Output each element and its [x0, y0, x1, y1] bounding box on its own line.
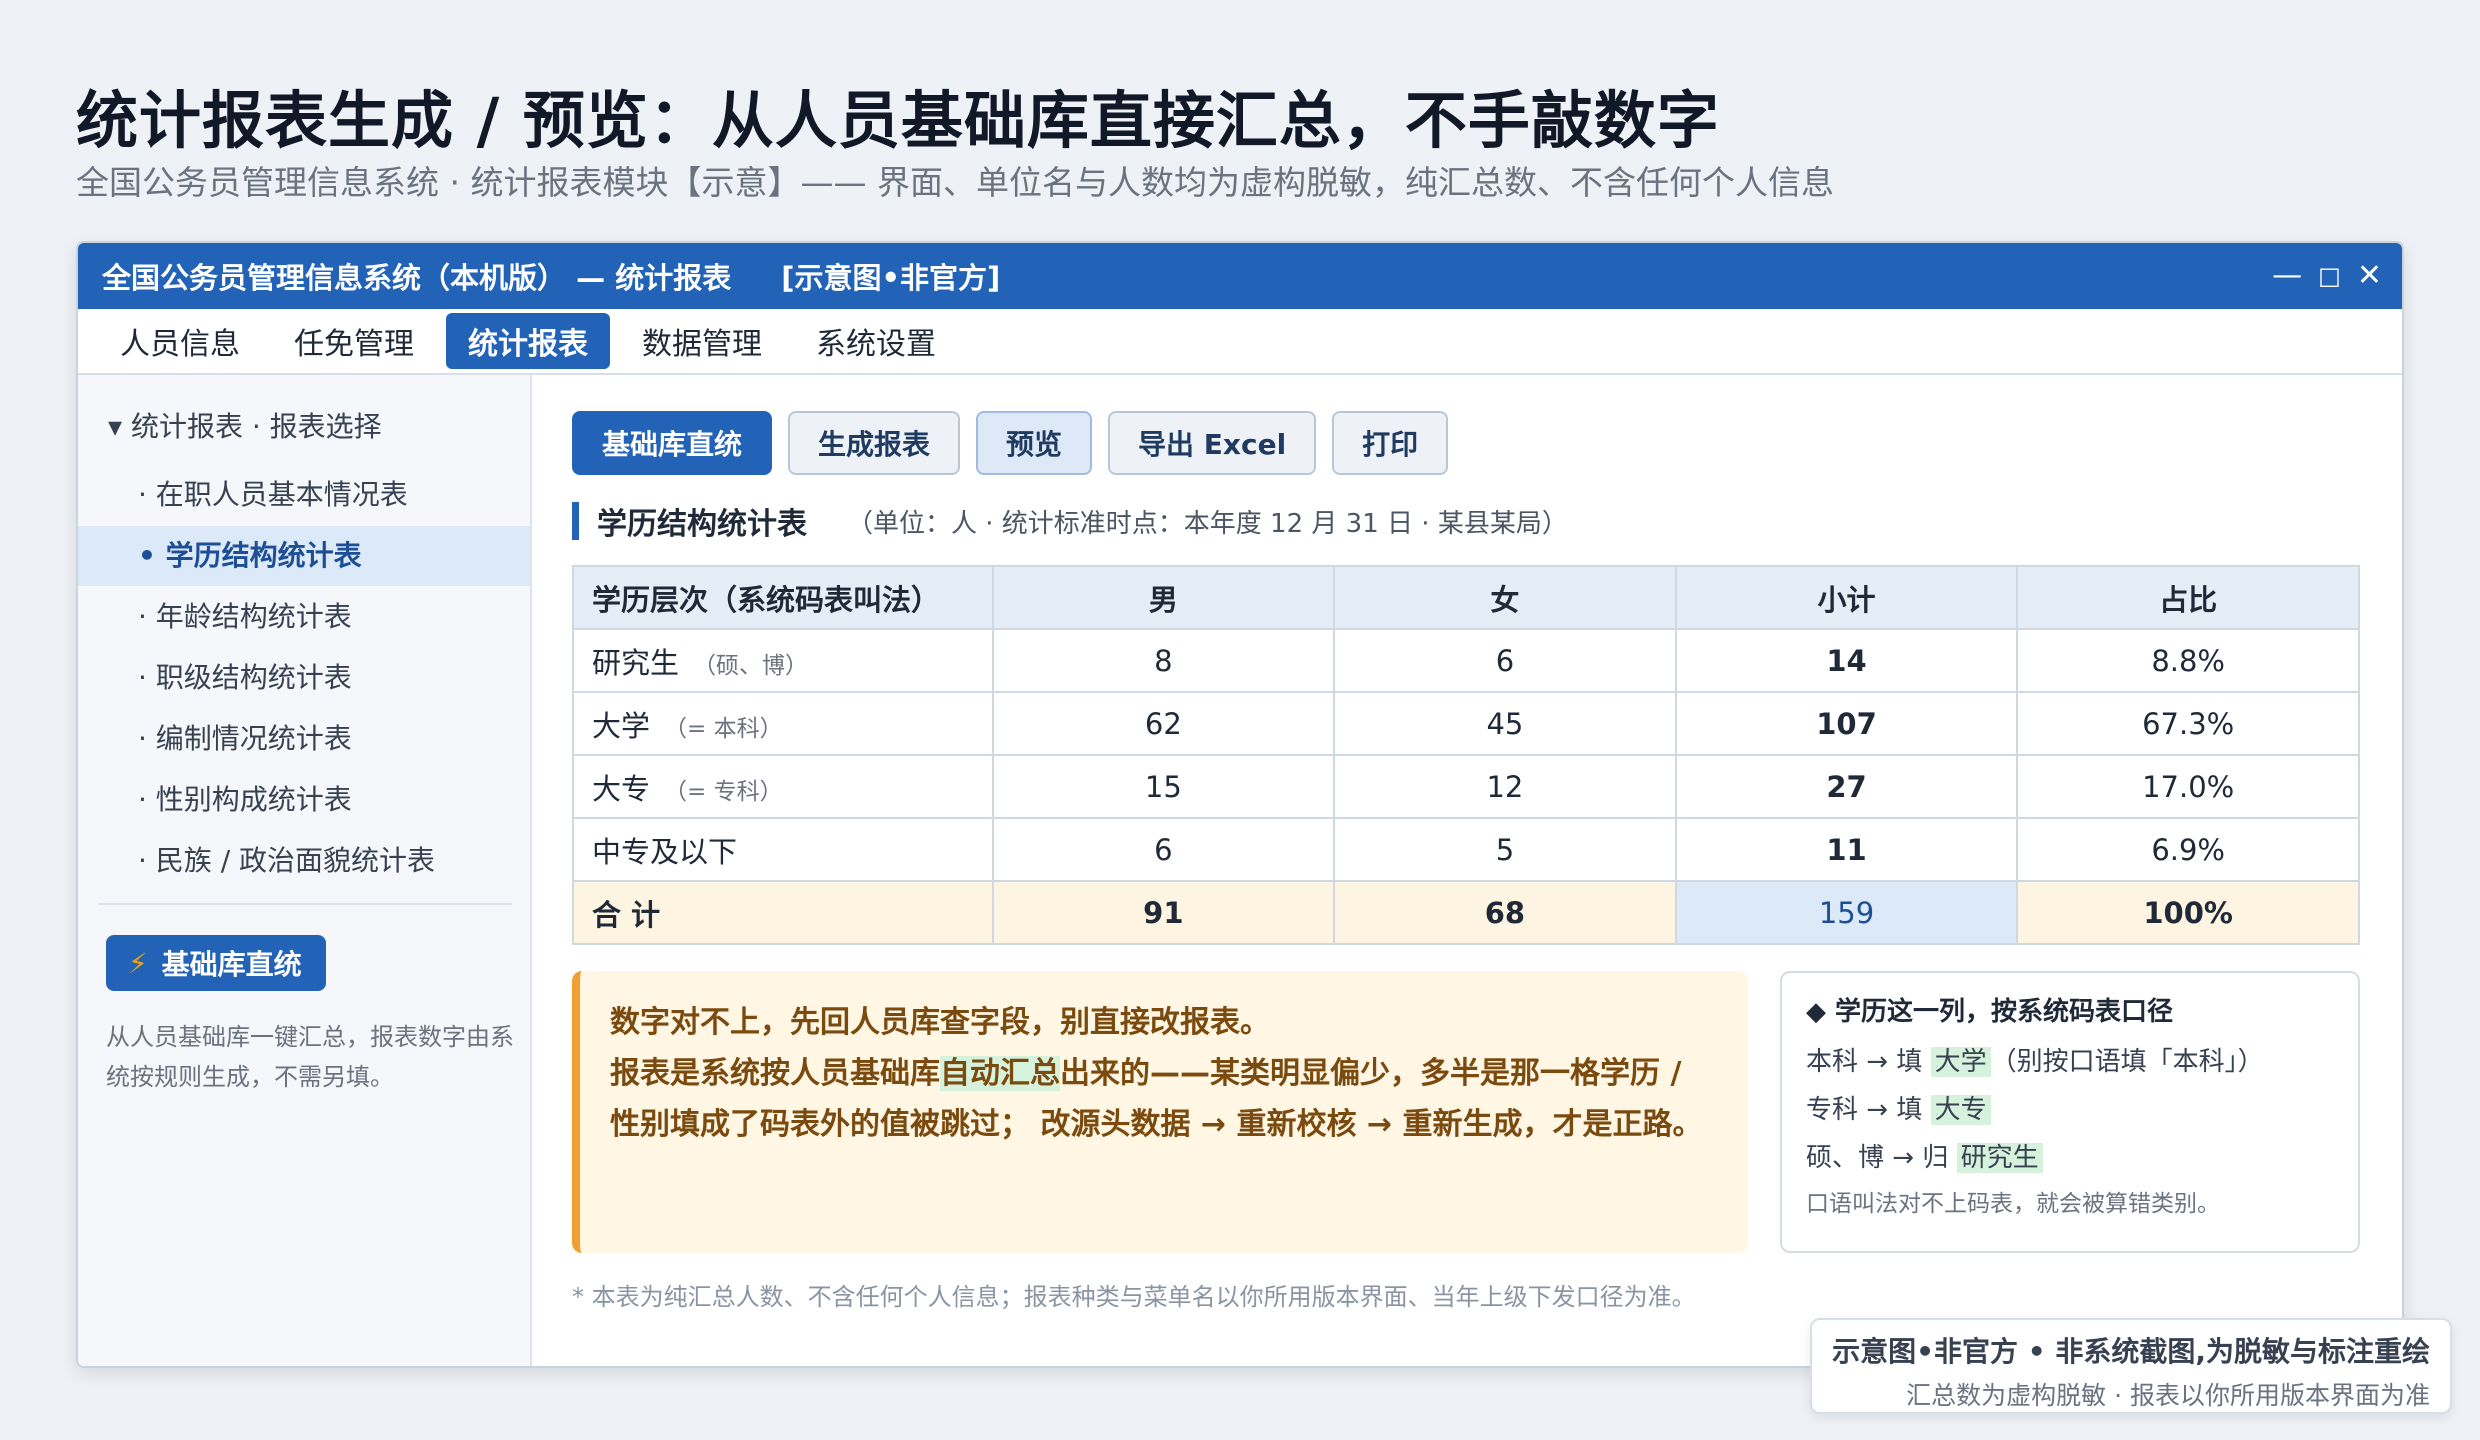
direct-stat-button[interactable]: ⚡ 基础库直统 [106, 935, 326, 991]
menu-bar: 人员信息 任免管理 统计报表 数据管理 系统设置 [78, 309, 2402, 375]
sidebar-heading[interactable]: ▾ 统计报表 · 报表选择 [108, 405, 382, 445]
minimize-icon[interactable]: — [2272, 261, 2302, 291]
sidebar-item-age[interactable]: · 年龄结构统计表 [78, 587, 530, 647]
direct-stat-label: 基础库直统 [161, 948, 302, 981]
section-title: 学历结构统计表 （单位：人 · 统计标准时点：本年度 12 月 31 日 · 某… [572, 501, 1568, 542]
sidebar-item-gender[interactable]: · 性别构成统计表 [78, 770, 530, 830]
menu-item-settings[interactable]: 系统设置 [794, 313, 958, 369]
cell-subtotal: 107 [1674, 691, 2019, 756]
cell-total-label: 合 计 [572, 880, 994, 945]
table-row: 大专 （= 专科） 15 12 27 17.0% [572, 754, 2360, 819]
menu-item-data[interactable]: 数据管理 [620, 313, 784, 369]
disclaimer-badge: 示意图•非官方 • 非系统截图,为脱敏与标注重绘 汇总数为虚构脱敏 · 报表以你… [1810, 1318, 2452, 1414]
section-accent-bar [572, 502, 579, 540]
cell-female: 12 [1333, 754, 1677, 819]
cell-ratio: 6.9% [2016, 817, 2360, 882]
header-male: 男 [991, 565, 1336, 630]
cell-subtotal: 14 [1674, 628, 2019, 693]
bolt-icon: ⚡ [128, 946, 148, 980]
code-table-infobox: ◆ 学历这一列，按系统码表口径 本科 → 填 大学 （别按口语填「本科」） 专科 … [1780, 971, 2360, 1253]
print-button[interactable]: 打印 [1332, 411, 1449, 475]
callout-line-3: 性别填成了码表外的值被跳过； 改源头数据 → 重新校核 → 重新生成，才是正路。 [610, 1107, 1703, 1142]
cell-male: 62 [991, 691, 1336, 756]
cell-ratio: 8.8% [2016, 628, 2360, 693]
app-window: 全国公务员管理信息系统（本机版） — 统计报表 [示意图•非官方] — □ ✕ … [76, 241, 2404, 1368]
table-header-row: 学历层次（系统码表叫法） 男 女 小计 占比 [572, 565, 2360, 630]
infobox-line-1: 本科 → 填 大学 （别按口语填「本科」） [1806, 1047, 2264, 1077]
infobox-line-3: 硕、博 → 归 研究生 [1806, 1134, 2334, 1182]
table-row: 研究生 （硕、博） 8 6 14 8.8% [572, 628, 2360, 693]
sidebar-item-ethnic[interactable]: · 民族 / 政治面貌统计表 [78, 831, 530, 891]
export-excel-button[interactable]: 导出 Excel [1108, 411, 1317, 475]
cell-total-female: 68 [1333, 880, 1677, 945]
sidebar-item-basic[interactable]: · 在职人员基本情况表 [78, 465, 530, 525]
close-icon[interactable]: ✕ [2357, 261, 2382, 291]
page-subtitle: 全国公务员管理信息系统 · 统计报表模块【示意】—— 界面、单位名与人数均为虚构… [76, 163, 1834, 202]
menu-item-reports[interactable]: 统计报表 [446, 313, 610, 369]
cell-male: 6 [991, 817, 1336, 882]
cell-level: 大学 （= 本科） [572, 691, 994, 756]
cell-level: 大专 （= 专科） [572, 754, 994, 819]
footnote: * 本表为纯汇总人数、不含任何个人信息；报表种类与菜单名以你所用版本界面、当年上… [572, 1283, 1696, 1311]
main-content: 基础库直统 生成报表 预览 导出 Excel 打印 学历结构统计表 （单位：人 … [532, 375, 2402, 1366]
disclaimer-main: 示意图•非官方 • 非系统截图,为脱敏与标注重绘 [1832, 1335, 2430, 1368]
cell-female: 6 [1333, 628, 1677, 693]
window-title: 全国公务员管理信息系统（本机版） — 统计报表 [102, 261, 732, 295]
table-row: 中专及以下 6 5 11 6.9% [572, 817, 2360, 882]
sidebar-item-staffing[interactable]: · 编制情况统计表 [78, 709, 530, 769]
direct-stat-toolbar-button[interactable]: 基础库直统 [572, 411, 773, 475]
cell-level: 研究生 （硕、博） [572, 628, 994, 693]
header-ratio: 占比 [2016, 565, 2360, 630]
cell-subtotal: 27 [1674, 754, 2019, 819]
education-stat-table: 学历层次（系统码表叫法） 男 女 小计 占比 研究生 （硕、博） 8 6 14 8… [572, 565, 2360, 945]
cell-total-subtotal: 159 [1674, 880, 2019, 945]
window-titlebar: 全国公务员管理信息系统（本机版） — 统计报表 [示意图•非官方] — □ ✕ [78, 243, 2402, 309]
cell-male: 8 [991, 628, 1336, 693]
disclaimer-sub: 汇总数为虚构脱敏 · 报表以你所用版本界面为准 [1906, 1381, 2430, 1410]
callout-highlight: 自动汇总 [940, 1056, 1060, 1091]
page-title: 统计报表生成 / 预览：从人员基础库直接汇总，不手敲数字 [76, 84, 1720, 157]
warning-callout: 数字对不上，先回人员库查字段，别直接改报表。 报表是系统按人员基础库自动汇总出来… [572, 971, 1748, 1253]
toolbar: 基础库直统 生成报表 预览 导出 Excel 打印 [572, 411, 1449, 475]
table-row: 大学 （= 本科） 62 45 107 67.3% [572, 691, 2360, 756]
menu-item-personnel[interactable]: 人员信息 [98, 313, 262, 369]
sidebar-item-education[interactable]: • 学历结构统计表 [78, 526, 530, 586]
header-female: 女 [1333, 565, 1677, 630]
infobox-line-2: 专科 → 填 大专 [1806, 1086, 2334, 1134]
window-controls: — □ ✕ [2272, 243, 2382, 309]
generate-report-button[interactable]: 生成报表 [788, 411, 961, 475]
infobox-note: 口语叫法对不上码表，就会被算错类别。 [1806, 1191, 2220, 1217]
cell-total-ratio: 100% [2016, 880, 2360, 945]
window-tag: [示意图•非官方] [781, 261, 1001, 295]
sidebar-note: 从人员基础库一键汇总，报表数字由系统按规则生成，不需另填。 [106, 1023, 514, 1091]
callout-line-2: 报表是系统按人员基础库自动汇总出来的——某类明显偏少，多半是那一格学历 / [610, 1056, 1682, 1091]
sidebar-divider [98, 903, 512, 905]
preview-button[interactable]: 预览 [976, 411, 1093, 475]
callout-line-1: 数字对不上，先回人员库查字段，别直接改报表。 [610, 1005, 1270, 1040]
table-total-row: 合 计 91 68 159 100% [572, 880, 2360, 945]
sidebar: ▾ 统计报表 · 报表选择 · 在职人员基本情况表 • 学历结构统计表 · 年龄… [78, 375, 532, 1366]
header-level: 学历层次（系统码表叫法） [572, 565, 994, 630]
sidebar-item-rank[interactable]: · 职级结构统计表 [78, 648, 530, 708]
cell-female: 45 [1333, 691, 1677, 756]
cell-male: 15 [991, 754, 1336, 819]
cell-subtotal: 11 [1674, 817, 2019, 882]
cell-ratio: 17.0% [2016, 754, 2360, 819]
section-name: 学历结构统计表 [597, 507, 807, 542]
menu-item-appointment[interactable]: 任免管理 [272, 313, 436, 369]
cell-ratio: 67.3% [2016, 691, 2360, 756]
cell-female: 5 [1333, 817, 1677, 882]
cell-level: 中专及以下 [572, 817, 994, 882]
cell-total-male: 91 [991, 880, 1336, 945]
maximize-icon[interactable]: □ [2318, 264, 2341, 288]
header-subtotal: 小计 [1674, 565, 2019, 630]
section-meta: （单位：人 · 统计标准时点：本年度 12 月 31 日 · 某县某局） [847, 508, 1568, 539]
infobox-title: ◆ 学历这一列，按系统码表口径 [1806, 997, 2174, 1027]
